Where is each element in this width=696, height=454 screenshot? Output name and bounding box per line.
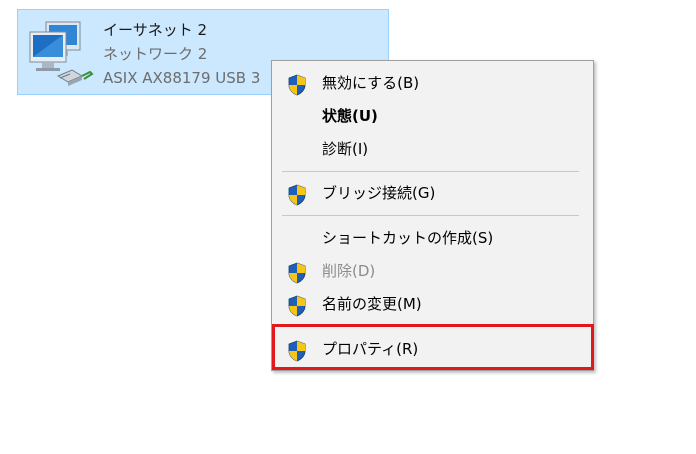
menu-item-label: プロパティ(R) [322,340,419,358]
menu-item-label: 名前の変更(M) [322,295,422,313]
uac-shield-icon [288,262,306,284]
adapter-details: イーサネット 2 ネットワーク 2 ASIX AX88179 USB 3 [103,18,260,90]
uac-shield-icon [288,340,306,362]
menu-item-disable[interactable]: 無効にする(B) [272,67,593,99]
menu-item-label: 削除(D) [322,262,376,280]
menu-item-properties[interactable]: プロパティ(R) [272,333,593,365]
menu-separator [282,326,579,327]
menu-item-label: ブリッジ接続(G) [322,184,436,202]
uac-shield-icon [288,184,306,206]
menu-item-label: 状態(U) [322,107,378,125]
uac-shield-icon [288,295,306,317]
menu-item-label: ショートカットの作成(S) [322,229,494,247]
menu-item-diagnose[interactable]: 診断(I) [272,133,593,165]
desktop-stage: イーサネット 2 ネットワーク 2 ASIX AX88179 USB 3 無効に… [0,0,696,454]
menu-item-rename[interactable]: 名前の変更(M) [272,288,593,320]
menu-item-label: 無効にする(B) [322,74,420,92]
menu-item-delete: 削除(D) [272,255,593,287]
uac-shield-icon [288,74,306,96]
adapter-device: ASIX AX88179 USB 3 [103,69,261,87]
adapter-network: ネットワーク 2 [103,45,208,63]
network-adapter-icon [29,21,94,86]
adapter-name: イーサネット 2 [103,21,208,39]
menu-item-bridge[interactable]: ブリッジ接続(G) [272,177,593,209]
context-menu: 無効にする(B) 状態(U) 診断(I) ブリッジ接続(G) ショートカットの作… [271,60,594,371]
menu-item-status[interactable]: 状態(U) [272,100,593,132]
menu-separator [282,215,579,216]
menu-separator [282,171,579,172]
menu-item-label: 診断(I) [322,140,369,158]
menu-item-create-shortcut[interactable]: ショートカットの作成(S) [272,222,593,254]
